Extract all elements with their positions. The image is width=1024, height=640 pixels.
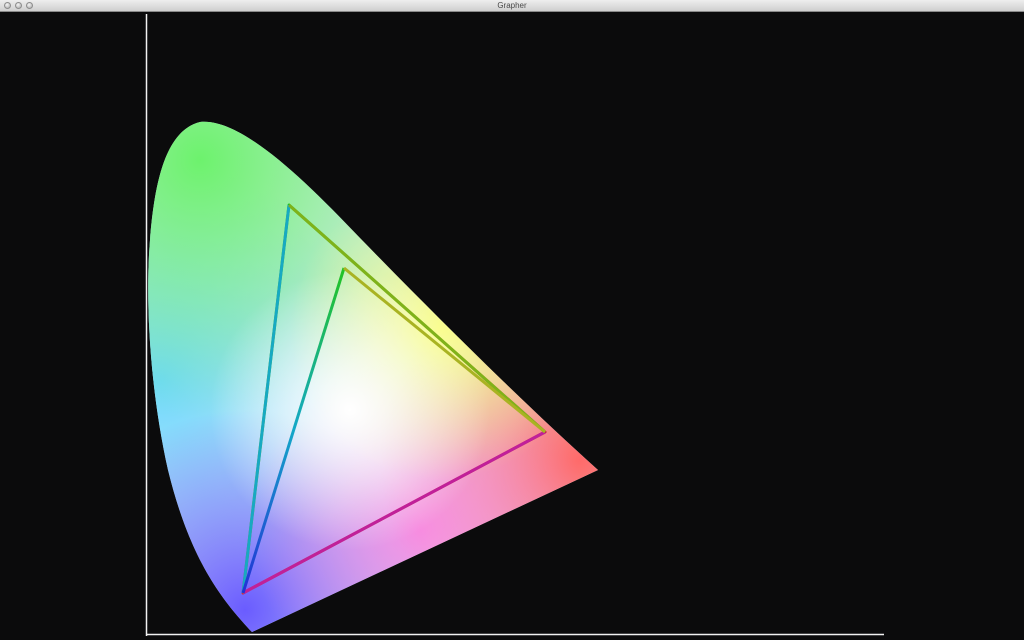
grapher-window: Grapher: [0, 0, 1024, 640]
chromaticity-diagram: [145, 14, 884, 636]
graph-canvas[interactable]: [0, 12, 1024, 640]
title-bar[interactable]: Grapher: [0, 0, 1024, 12]
spectral-locus: [148, 121, 598, 632]
window-title: Grapher: [497, 1, 527, 10]
